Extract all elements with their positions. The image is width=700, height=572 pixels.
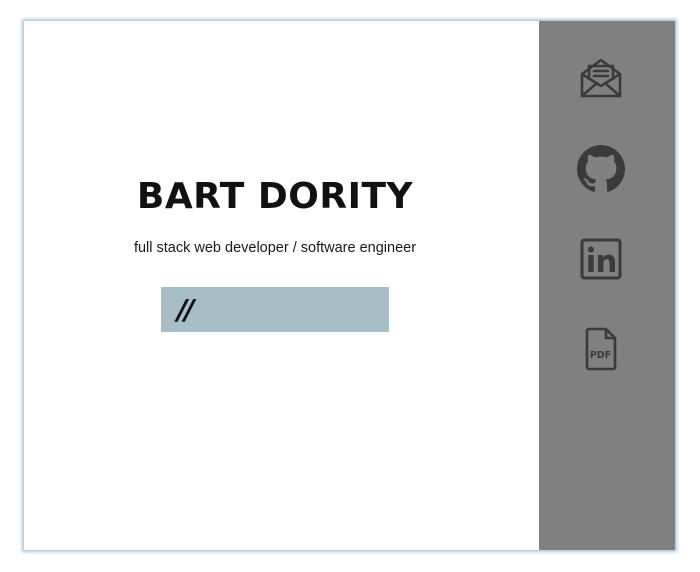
github-icon — [577, 145, 625, 192]
linkedin-icon — [580, 238, 622, 280]
prompt-slashes: // — [177, 293, 195, 326]
page-frame: BART DORITY full stack web developer / s… — [24, 21, 675, 550]
github-link[interactable] — [577, 145, 625, 193]
pdf-file-icon: PDF — [585, 327, 617, 371]
tagline: full stack web developer / software engi… — [133, 240, 417, 256]
social-sidebar: PDF — [539, 21, 675, 550]
typing-prompt-box: // — [161, 287, 389, 332]
main-panel: BART DORITY full stack web developer / s… — [24, 21, 539, 550]
linkedin-link[interactable] — [577, 235, 625, 283]
pdf-label: PDF — [590, 350, 611, 361]
envelope-open-icon — [580, 58, 622, 98]
page-title: BART DORITY — [136, 176, 414, 217]
resume-pdf-link[interactable]: PDF — [577, 325, 625, 373]
email-link[interactable] — [577, 53, 625, 101]
